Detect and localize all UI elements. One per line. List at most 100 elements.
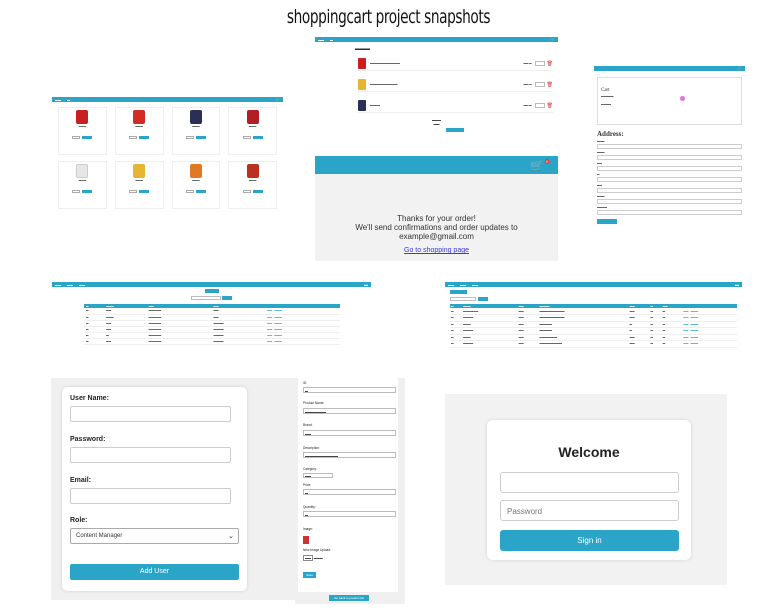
role-select[interactable]: Content Manager ⌄ [70,528,239,544]
quantity-input[interactable] [72,136,81,139]
nav-item[interactable]: ▬▬ [55,98,61,102]
thanks-message: Thanks for your order! We'll send confir… [315,214,558,241]
add-to-cart-button[interactable] [195,136,206,139]
text-field[interactable] [597,177,742,182]
shopping-page-link[interactable]: Go to shopping page [315,247,558,254]
add-to-cart-button[interactable] [195,190,206,193]
sign-in-button[interactable]: Sign in [500,530,679,551]
edit-product-form: ID: ▬ Product Name: ▬▬▬▬▬▬▬ Brand: ▬▬ De… [298,378,398,592]
nav-item[interactable]: ▬▬ [460,283,466,287]
search-button[interactable] [478,297,488,301]
field-label: ▬▬▬ [597,140,605,143]
description-input[interactable]: ▬▬▬▬▬▬▬▬▬▬▬ [303,452,396,458]
user-list-snapshot: ▬▬ ▬▬ ▬▬ ▬ ▬ ▬▬▬ ▬▬ ▬▬ ▬ ▬▬ ▬▬▬▬▬ ▬▬ ▬▬ · ▬▬▬ ▬… [52,282,371,357]
quantity-input[interactable]: ▬ [303,511,396,517]
text-field[interactable] [597,155,742,160]
cart-icon[interactable]: 🛒 [737,66,742,71]
password-input[interactable] [70,447,231,463]
nav-item[interactable]: ▬▬ [55,283,61,287]
cart-row: ▬▬▬▬▬▬▬▬▬▬▬ ▬▬ ▬ 🗑 [358,78,553,92]
product-name: ▬▬▬ [78,179,87,182]
navbar: 🛒 0 [315,156,558,174]
brand-label: Brand: [303,423,313,427]
email-label: Email: [70,477,92,484]
product-name: ▬▬▬ [248,179,257,182]
product-image [189,164,202,178]
add-to-cart-button[interactable] [139,190,150,193]
add-to-cart-button[interactable] [82,190,93,193]
username-input[interactable] [70,406,231,422]
email-input[interactable] [70,488,231,504]
nav-item[interactable]: ▬▬ [448,283,454,287]
product-name-input[interactable]: ▬▬▬▬▬▬▬ [303,408,396,414]
quantity-input[interactable] [72,190,81,193]
quantity-input[interactable] [534,61,545,66]
trash-icon[interactable]: 🗑 [547,82,553,88]
thanks-email: example@gmail.com [399,232,474,241]
product-card: ▬▬▬ [58,107,107,155]
loading-indicator [680,96,685,101]
cart-icon[interactable]: 🛒 [275,97,280,102]
cart-icon[interactable]: 🛒 [550,37,555,42]
id-input[interactable]: ▬ [303,387,396,393]
quantity-input[interactable] [242,190,251,193]
trash-icon[interactable]: 🗑 [547,61,553,67]
add-to-cart-button[interactable] [252,136,263,139]
quantity-input[interactable] [534,103,545,108]
search-input[interactable] [191,296,222,300]
select-field[interactable] [597,188,742,193]
nav-item[interactable]: ▬▬ [472,283,478,287]
username-label: User Name: [70,395,109,402]
price-input[interactable]: ▬ [303,489,396,495]
back-to-list-button[interactable]: Go back to product list [329,595,369,601]
trash-icon[interactable]: 🗑 [547,103,553,109]
nav-item[interactable]: ▬ [330,38,333,42]
file-input[interactable]: ▬▬ ▬▬▬ [303,555,323,561]
quantity-input[interactable] [185,136,194,139]
product-name-label: Product Name: [303,401,325,405]
price: ▬▬ ▬ [523,104,532,107]
welcome-heading: Welcome [558,444,620,460]
brand-input[interactable]: ▬▬ [303,430,396,436]
logout-link[interactable]: ▬ [364,282,368,287]
product-name: ▬▬▬ [248,125,257,128]
username-input[interactable] [500,472,679,493]
nav-item[interactable]: ▬ [67,98,70,102]
logout-link[interactable]: ▬ [735,282,739,287]
password-label: Password: [70,436,106,443]
checkout-button[interactable] [446,128,464,132]
product-image [358,79,366,90]
search-input[interactable] [450,297,476,301]
cart-icon[interactable]: 🛒 [530,159,544,172]
text-field[interactable] [597,210,742,215]
quantity-input[interactable] [129,190,138,193]
nav-item[interactable]: ▬▬ [79,283,85,287]
add-to-cart-button[interactable] [139,136,150,139]
field-label: ▬▬▬ [597,151,605,154]
quantity-input[interactable] [185,190,194,193]
add-user-form: User Name: Password: Email: Role: Conten… [62,387,247,591]
add-to-cart-button[interactable] [82,136,93,139]
quantity-input[interactable] [534,82,545,87]
text-field[interactable] [597,166,742,171]
category-select[interactable]: ▬▬ [303,473,333,478]
add-user-button[interactable]: Add User [70,564,239,580]
navbar: 🛒 [594,66,745,71]
text-field[interactable] [597,199,742,204]
add-to-cart-button[interactable] [252,190,263,193]
submit-button[interactable] [597,219,617,224]
text-field[interactable] [597,144,742,149]
nav-item[interactable]: ▬▬ [67,283,73,287]
nav-item[interactable]: ▬▬ [318,38,324,42]
search-button[interactable] [221,296,232,300]
quantity-input[interactable] [242,136,251,139]
address-form-snapshot: 🛒 Cart ▬▬▬▬▬ ▬▬▬▬ Address: ▬▬▬ ▬▬▬ ▬▬ ▬ … [594,66,745,228]
product-name: ▬▬▬ [135,179,143,182]
price: ▬▬ ▬ [523,83,532,86]
add-user-button[interactable] [204,289,219,293]
save-button[interactable]: Save [303,572,316,578]
quantity-input[interactable] [129,136,138,139]
password-input[interactable]: Password [500,500,679,521]
table-row: ▬ ▬▬▬▬ ▬▬ ▬▬▬▬▬▬▬▬▬ ▬▬ ▬ ▬ ▬▬ · ▬▬▬ [450,340,737,348]
add-product-button[interactable] [450,290,467,294]
